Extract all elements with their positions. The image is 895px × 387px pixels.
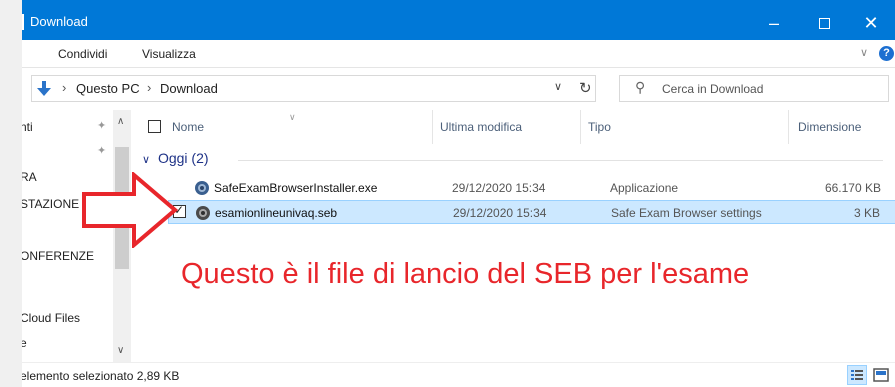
group-divider xyxy=(238,160,883,161)
left-background-strip xyxy=(0,0,22,387)
help-icon[interactable]: ? xyxy=(879,46,894,61)
large-icons-view-icon[interactable] xyxy=(872,366,890,384)
file-modified: 29/12/2020 15:34 xyxy=(453,206,547,220)
file-size: 3 KB xyxy=(853,206,880,220)
file-row-seb-selected[interactable]: esamionlineunivaq.seb 29/12/2020 15:34 S… xyxy=(168,200,895,224)
details-view-button[interactable] xyxy=(847,365,867,385)
file-type: Safe Exam Browser settings xyxy=(611,206,762,220)
column-header-size[interactable]: Dimensione xyxy=(788,110,888,144)
column-header-name[interactable]: Nome ∨ xyxy=(132,110,432,144)
search-box[interactable]: ⚲ Cerca in Download xyxy=(619,75,889,102)
breadcrumb-separator-icon: › xyxy=(147,80,152,95)
column-header-modified[interactable]: Ultima modifica xyxy=(432,110,582,144)
expand-ribbon-icon[interactable]: ∨ xyxy=(860,46,868,59)
tab-visualizza[interactable]: Visualizza xyxy=(142,47,196,61)
pin-icon[interactable]: ✦ xyxy=(97,144,106,157)
status-selection-text: elemento selezionato 2,89 KB xyxy=(22,369,180,383)
select-all-checkbox[interactable] xyxy=(148,120,161,133)
installer-exe-icon xyxy=(195,181,209,195)
file-list: Nome ∨ Ultima modifica Tipo Dimensione ∨… xyxy=(132,110,895,362)
tab-condividi[interactable]: Condividi xyxy=(58,47,107,61)
close-icon: ✕ xyxy=(863,12,879,33)
nav-item-7[interactable]: e xyxy=(22,336,27,350)
column-type-label: Tipo xyxy=(588,120,611,134)
group-header-today[interactable]: ∨ Oggi (2) xyxy=(142,150,883,166)
nav-item-cloud-files[interactable]: Cloud Files xyxy=(22,311,80,325)
column-header-type[interactable]: Tipo xyxy=(580,110,788,144)
seb-file-icon xyxy=(196,206,210,220)
pin-icon[interactable]: ✦ xyxy=(97,119,106,132)
address-bar[interactable]: › Questo PC › Download ∨ ↻ xyxy=(31,75,596,102)
annotation-text: Questo è il file di lancio del SEB per l… xyxy=(181,258,750,290)
address-row: › Questo PC › Download ∨ ↻ ⚲ Cerca in Do… xyxy=(22,68,895,110)
nav-item-5[interactable]: ONFERENZE xyxy=(22,249,94,263)
scroll-down-icon[interactable]: ∨ xyxy=(117,345,124,356)
status-bar: elemento selezionato 2,89 KB xyxy=(22,362,895,387)
breadcrumb-separator-icon: › xyxy=(62,80,67,95)
explorer-window: Download – ✕ Condividi Visualizza ∨ ? › … xyxy=(22,0,895,387)
refresh-icon[interactable]: ↻ xyxy=(579,79,592,97)
group-label: Oggi (2) xyxy=(157,150,209,166)
nav-item-quick-access[interactable]: nti xyxy=(22,120,33,134)
search-placeholder[interactable]: Cerca in Download xyxy=(662,82,763,96)
nav-item-2[interactable]: i xyxy=(22,144,23,158)
breadcrumb-questo-pc[interactable]: Questo PC xyxy=(76,81,140,96)
breadcrumb-download[interactable]: Download xyxy=(160,81,218,96)
sort-indicator-icon: ∨ xyxy=(289,112,296,122)
collapse-group-icon[interactable]: ∨ xyxy=(142,154,150,166)
window-title: Download xyxy=(22,14,88,30)
red-arrow-annotation-icon xyxy=(82,172,178,248)
scroll-up-icon[interactable]: ∧ xyxy=(117,116,124,127)
file-name[interactable]: SafeExamBrowserInstaller.exe xyxy=(214,181,377,195)
download-folder-icon xyxy=(37,81,51,96)
address-dropdown-icon[interactable]: ∨ xyxy=(554,80,562,93)
file-modified: 29/12/2020 15:34 xyxy=(452,181,546,195)
details-view-icon xyxy=(851,370,863,380)
file-row-installer[interactable]: SafeExamBrowserInstaller.exe 29/12/2020 … xyxy=(168,176,895,200)
ribbon-tabs: Condividi Visualizza ∨ ? xyxy=(22,40,895,68)
nav-item-3[interactable]: RA xyxy=(22,170,37,184)
column-name-label: Nome xyxy=(172,120,205,134)
file-type: Applicazione xyxy=(610,181,679,195)
column-size-label: Dimensione xyxy=(798,120,862,134)
minimize-icon: – xyxy=(768,12,779,33)
nav-item-4[interactable]: STAZIONE xyxy=(22,197,79,211)
file-name[interactable]: esamionlineunivaq.seb xyxy=(215,206,337,220)
search-icon: ⚲ xyxy=(635,79,646,95)
file-size: 66.170 KB xyxy=(824,181,881,195)
maximize-icon xyxy=(818,17,830,29)
column-modified-label: Ultima modifica xyxy=(440,120,523,134)
